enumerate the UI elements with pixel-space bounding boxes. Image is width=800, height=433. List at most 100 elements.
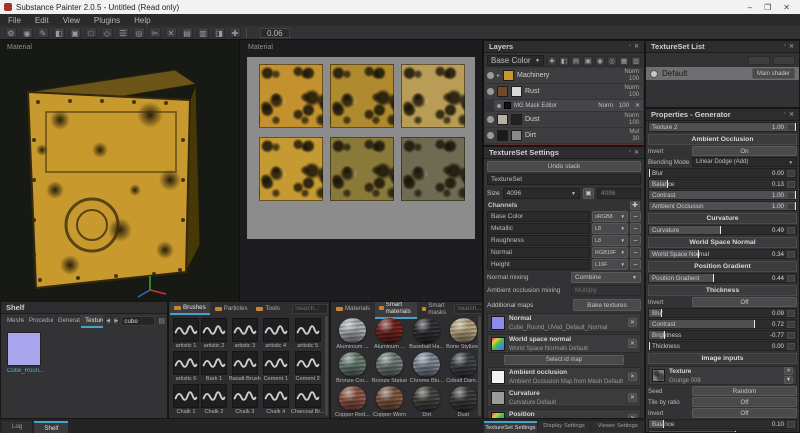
shelf-category-tab[interactable]: Textures xyxy=(81,315,103,328)
material-category-tab[interactable]: Smart masks xyxy=(418,301,453,319)
slider-row[interactable]: Curvature 0.49 xyxy=(648,225,797,235)
invert-toggle[interactable]: Off xyxy=(692,297,797,307)
smart-material-item[interactable]: Dust xyxy=(446,386,480,418)
slider-row[interactable]: Contrast 1.00 xyxy=(648,190,797,200)
shelf-category-tab[interactable]: Meshes xyxy=(3,315,24,328)
uv-canvas[interactable] xyxy=(247,57,475,239)
lock-ratio-icon[interactable]: ▣ xyxy=(583,188,594,199)
toolbar-icon[interactable]: ◇ xyxy=(101,27,113,38)
brush-category-tab[interactable]: Brushes xyxy=(170,302,210,315)
maximize-button[interactable]: ❐ xyxy=(764,3,771,12)
layers-toolbar-icon[interactable]: ◎ xyxy=(607,56,617,66)
smart-material-item[interactable]: Bronze Armor xyxy=(482,318,483,350)
scrollbar[interactable] xyxy=(325,316,328,416)
toolbar-icon[interactable]: ▥ xyxy=(197,27,209,38)
toolbar-icon[interactable]: ⚙ xyxy=(5,27,17,38)
toolbar-icon[interactable]: ✚ xyxy=(229,27,241,38)
remove-channel-button[interactable]: − xyxy=(630,247,641,258)
slider-edit-icon[interactable] xyxy=(787,181,795,188)
smart-material-item[interactable]: Bone Stylized xyxy=(446,318,480,350)
material-search-input[interactable] xyxy=(454,304,483,314)
clear-map-button[interactable]: ✕ xyxy=(628,318,637,327)
brush-item[interactable]: Charcoal Br... xyxy=(291,384,325,415)
mesh-map-row[interactable]: NormalCube_Round_UVed_Default_Normal ✕ xyxy=(487,313,641,332)
uv-island-tile[interactable] xyxy=(259,137,323,201)
toolbar-icon[interactable]: ✎ xyxy=(37,27,49,38)
smart-material-item[interactable]: Copper Red... xyxy=(335,386,370,418)
smart-material-item[interactable]: Copper xyxy=(482,352,483,384)
slider-edit-icon[interactable] xyxy=(787,170,795,177)
layers-toolbar-icon[interactable]: ▤ xyxy=(571,56,581,66)
brush-item[interactable]: Bark 1 xyxy=(201,351,227,382)
uv-island-tile[interactable] xyxy=(401,137,465,201)
toolbar-icon[interactable]: ◉ xyxy=(21,27,33,38)
slider-edit-icon[interactable] xyxy=(787,227,795,234)
tab-log[interactable]: Log xyxy=(2,421,32,433)
layers-toolbar-icon[interactable]: ◉ xyxy=(595,56,605,66)
brush-item[interactable]: Chalk 2 xyxy=(201,384,227,415)
viewport-cube-model[interactable] xyxy=(0,40,240,301)
mesh-map-row[interactable]: PositionPosition Default ✕ xyxy=(487,409,641,419)
view-2d[interactable]: Material xyxy=(240,40,483,301)
toolbar-icon[interactable]: ✂ xyxy=(149,27,161,38)
layer-row-dirt[interactable]: Dirt Mul30 xyxy=(485,128,643,143)
brush-item[interactable]: artistic 3 xyxy=(229,318,261,349)
layer-row-dust[interactable]: Dust Norm100 xyxy=(485,112,643,127)
mask-effect-row[interactable]: MG Mask Editor Norm100✕ xyxy=(494,100,643,111)
slider-row[interactable]: Texture 2 1.00 xyxy=(648,122,797,132)
smart-material-item[interactable]: Baseball Ha... xyxy=(409,318,444,350)
bake-textures-button[interactable]: Bake textures xyxy=(573,299,641,311)
slider-edit-icon[interactable] xyxy=(787,321,795,328)
menu-item[interactable]: File xyxy=(8,16,21,25)
normal-mixing-dropdown[interactable]: Combine▼ xyxy=(571,272,641,283)
channel-filter-dropdown[interactable]: Base Color▼ xyxy=(487,55,544,66)
menu-item[interactable]: Plugins xyxy=(94,16,120,25)
smart-material-item[interactable]: Bronze Statue xyxy=(372,352,407,384)
uv-island-tile[interactable] xyxy=(330,137,394,201)
scrollbar[interactable] xyxy=(478,316,481,416)
shelf-options-icon[interactable]: ▤ xyxy=(158,317,165,325)
shelf-search-input[interactable] xyxy=(121,316,155,326)
layer-row-machinery[interactable]: ▸ Machinery Norm100 xyxy=(485,68,643,83)
clear-map-button[interactable]: ✕ xyxy=(628,372,637,381)
size-dropdown[interactable]: 4096▼ xyxy=(503,188,580,199)
smart-material-item[interactable]: Dirt xyxy=(409,386,444,418)
menu-item[interactable]: Help xyxy=(134,16,150,25)
clear-map-button[interactable]: ✕ xyxy=(628,393,637,402)
toolbar-icon[interactable]: ◧ xyxy=(53,27,65,38)
blending-mode-dropdown[interactable]: Linear Dodge (Add)▼ xyxy=(692,157,797,167)
remove-channel-button[interactable]: − xyxy=(630,235,641,246)
layers-toolbar-icon[interactable]: ◧ xyxy=(559,56,569,66)
channel-format-dropdown[interactable]: L16F▼ xyxy=(592,259,628,270)
brush-item[interactable]: Chalk 1 xyxy=(173,384,199,415)
smart-material-item[interactable]: Aluminium ... xyxy=(335,318,370,350)
float-panel-icon[interactable]: ▫ xyxy=(629,149,631,156)
brush-item[interactable]: Cement 2 xyxy=(291,351,325,382)
mesh-map-row[interactable]: Ambient occlusionAmbient Occlusion Map f… xyxy=(487,367,641,386)
remove-channel-button[interactable]: − xyxy=(630,259,641,270)
slider-row[interactable]: Position Gradient 0.44 xyxy=(648,273,797,283)
channel-format-dropdown[interactable]: L8▼ xyxy=(592,235,628,246)
brush-item[interactable]: Chalk 4 xyxy=(263,384,289,415)
minimize-button[interactable]: – xyxy=(748,3,752,12)
slider-row[interactable]: Blur 0.09 xyxy=(648,308,797,318)
visibility-eye-icon[interactable] xyxy=(487,88,494,95)
toolbar-icon[interactable]: ▣ xyxy=(69,27,81,38)
float-panel-icon[interactable]: ▫ xyxy=(784,111,786,118)
param-value-button[interactable]: Off xyxy=(692,408,797,418)
brush-item[interactable]: artistic 4 xyxy=(263,318,289,349)
shelf-category-tab[interactable]: Procedurals xyxy=(25,315,53,328)
slider-row[interactable]: Ambient Occlusion 1.00 xyxy=(648,201,797,211)
uv-island-tile[interactable] xyxy=(401,64,465,128)
brush-item[interactable]: artistic 6 xyxy=(173,351,199,382)
channel-format-dropdown[interactable]: sRGB8▼ xyxy=(592,211,628,222)
close-panel-icon[interactable]: ✕ xyxy=(789,111,794,118)
uv-island-tile[interactable] xyxy=(330,64,394,128)
toolbar-icon[interactable]: ▤ xyxy=(181,27,193,38)
invert-toggle[interactable]: On xyxy=(692,146,797,156)
tab-shelf[interactable]: Shelf xyxy=(34,421,68,433)
slider-edit-icon[interactable] xyxy=(787,332,795,339)
brush-category-tab[interactable]: Tools xyxy=(252,302,283,315)
viewport-3d[interactable]: Material xyxy=(0,40,240,301)
slider-edit-icon[interactable] xyxy=(787,343,795,350)
